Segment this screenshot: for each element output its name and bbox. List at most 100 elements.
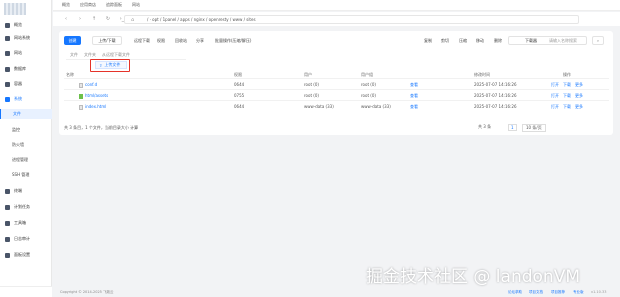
sidebar-item-overview[interactable]: 概览 [0, 20, 52, 30]
top-tab[interactable]: 追踪面板 [106, 2, 122, 8]
upload-icon: ⇪ [99, 62, 103, 68]
up-icon[interactable]: ↑ [90, 15, 98, 23]
system-icon [5, 96, 10, 102]
compress-button[interactable]: 压缩 [459, 38, 467, 44]
file-name[interactable]: conf.d [79, 82, 97, 88]
sidebar-sub-ssh[interactable]: SSH 管理 [0, 170, 52, 180]
footer-link[interactable]: 项目文档 [529, 290, 543, 295]
footer-link[interactable]: 论坛求助 [508, 290, 522, 295]
file-perm: 0755 [234, 93, 245, 98]
file-perm: 0644 [234, 104, 245, 109]
remote-download-button[interactable]: 远程下载 [134, 38, 150, 44]
sidebar-footer [0, 286, 52, 297]
top-tab[interactable]: 应用商店 [80, 2, 96, 8]
sidebar-item-settings[interactable]: 面板设置 [0, 250, 52, 260]
log-icon [5, 236, 10, 242]
file-name[interactable]: html/assets [79, 93, 108, 99]
open-button[interactable]: 打开 [551, 82, 559, 88]
more-button[interactable]: 更多 [575, 104, 583, 110]
sidebar-item-logs[interactable]: 日志审计 [0, 234, 52, 244]
folder-icon [79, 93, 83, 99]
home-icon: ⌂ [131, 16, 135, 23]
sidebar-item-toolbox[interactable]: 工具箱 [0, 218, 52, 228]
toolbox-icon [5, 220, 10, 226]
sidebar-item-container[interactable]: 容器 [0, 79, 52, 89]
watermark: 掘金技术社区 @ landonVM [366, 267, 580, 287]
copyright: Copyright © 2014-2025 飞致云 [60, 290, 114, 294]
recycle-button[interactable]: 回收站 [175, 38, 187, 44]
download-button[interactable]: 下载 [563, 104, 571, 110]
total-count: 共 3 条 [478, 124, 492, 129]
move-button[interactable]: 移动 [476, 38, 484, 44]
page-number[interactable]: 1 [508, 124, 517, 131]
home-icon [5, 22, 10, 28]
create-button[interactable]: 创建 [64, 36, 81, 45]
clock-icon [5, 204, 10, 210]
upload-download-button[interactable]: 上传/下载 [92, 36, 122, 45]
group-link[interactable]: 查看 [410, 82, 418, 88]
upload-file-button[interactable]: ⇪ 上传文件 [95, 61, 127, 69]
open-button[interactable]: 打开 [551, 104, 559, 110]
back-icon[interactable]: ‹ [62, 15, 70, 23]
top-tab[interactable]: 网站 [132, 2, 140, 8]
file-name[interactable]: index.html [79, 104, 106, 110]
sidebar-item-database[interactable]: 数据库 [0, 64, 52, 74]
file-icon [79, 104, 83, 110]
top-tab[interactable]: 概览 [62, 2, 70, 8]
grid-icon [5, 35, 10, 41]
path-text: / · opt / 1panel / apps / nginx / openre… [147, 17, 256, 22]
page-size-select[interactable]: 10 条/页 [522, 124, 546, 132]
sidebar-item-cron[interactable]: 计划任务 [0, 202, 52, 212]
search-icon[interactable]: ⌕ [592, 36, 604, 45]
file-group: www-data (33) [361, 104, 391, 109]
download-button[interactable]: 下载 [563, 93, 571, 99]
settings-icon [5, 252, 10, 258]
delete-button[interactable]: 删除 [494, 38, 502, 44]
more-button[interactable]: 更多 [575, 82, 583, 88]
table-row[interactable]: html/assets 0755 root (0) root (0) 查看 20… [64, 89, 609, 100]
share-button[interactable]: 分享 [196, 38, 204, 44]
refresh-icon[interactable]: ↻ [104, 15, 112, 23]
file-icon [79, 82, 83, 88]
download-button[interactable]: 下载 [563, 82, 571, 88]
container-icon [5, 81, 10, 87]
logo [4, 3, 26, 15]
forward-icon[interactable]: › [76, 15, 84, 23]
sidebar-sub-monitor[interactable]: 监控 [0, 125, 52, 135]
batch-button[interactable]: 批量操作(压缩/解压) [215, 38, 251, 44]
open-button[interactable]: 打开 [551, 93, 559, 99]
file-perm: 0644 [234, 82, 245, 87]
permission-button[interactable]: 权限 [157, 38, 165, 44]
dropdown-item-folder[interactable]: 文件夹 [84, 52, 96, 58]
path-input[interactable]: ⌂ / · opt / 1panel / apps / nginx / open… [124, 15, 579, 24]
file-user: root (0) [304, 93, 319, 98]
table-row[interactable]: conf.d 0644 root (0) root (0) 查看 2025-07… [64, 78, 609, 89]
database-icon [5, 66, 10, 72]
sidebar-item-apps[interactable]: 网站系统 [0, 33, 52, 43]
file-group: root (0) [361, 93, 376, 98]
sidebar-sub-firewall[interactable]: 防火墙 [0, 140, 52, 150]
sidebar-item-terminal[interactable]: 终端 [0, 186, 52, 196]
dropdown-item-remote[interactable]: 从远程下载文件 [102, 52, 130, 58]
cut-button[interactable]: 剪切 [441, 38, 449, 44]
terminal-icon [5, 188, 10, 194]
table-row[interactable]: index.html 0644 www-data (33) www-data (… [64, 100, 609, 111]
group-link[interactable]: 查看 [410, 104, 418, 110]
sidebar-sub-files[interactable]: 文件 [0, 109, 52, 119]
top-tabs: 概览 应用商店 追踪面板 网站 [53, 0, 620, 11]
dir-summary: 共 3 条目，1 个文件，当前目录大小 计算 [64, 125, 139, 130]
sidebar-item-website[interactable]: 网站 [0, 48, 52, 58]
sidebar-item-system[interactable]: 系统 [0, 94, 52, 104]
more-button[interactable]: 更多 [575, 93, 583, 99]
file-mtime: 2025-07-07 14:16:26 [474, 93, 517, 98]
dropdown-item-file[interactable]: 文件 [70, 52, 78, 58]
sidebar: 概览 网站系统 网站 数据库 容器 系统 文件 监控 防火墙 进程管理 SSH … [0, 0, 52, 297]
footer-link[interactable]: 专业版 [573, 290, 584, 295]
footer-link[interactable]: 项目推荐 [551, 290, 565, 295]
search-input[interactable]: 下载器 请输入名称搜索 [508, 36, 587, 45]
sidebar-sub-process[interactable]: 进程管理 [0, 155, 52, 165]
file-user: www-data (33) [304, 104, 334, 109]
file-user: root (0) [304, 82, 319, 87]
group-link[interactable]: 查看 [410, 93, 418, 99]
copy-button[interactable]: 复制 [424, 38, 432, 44]
